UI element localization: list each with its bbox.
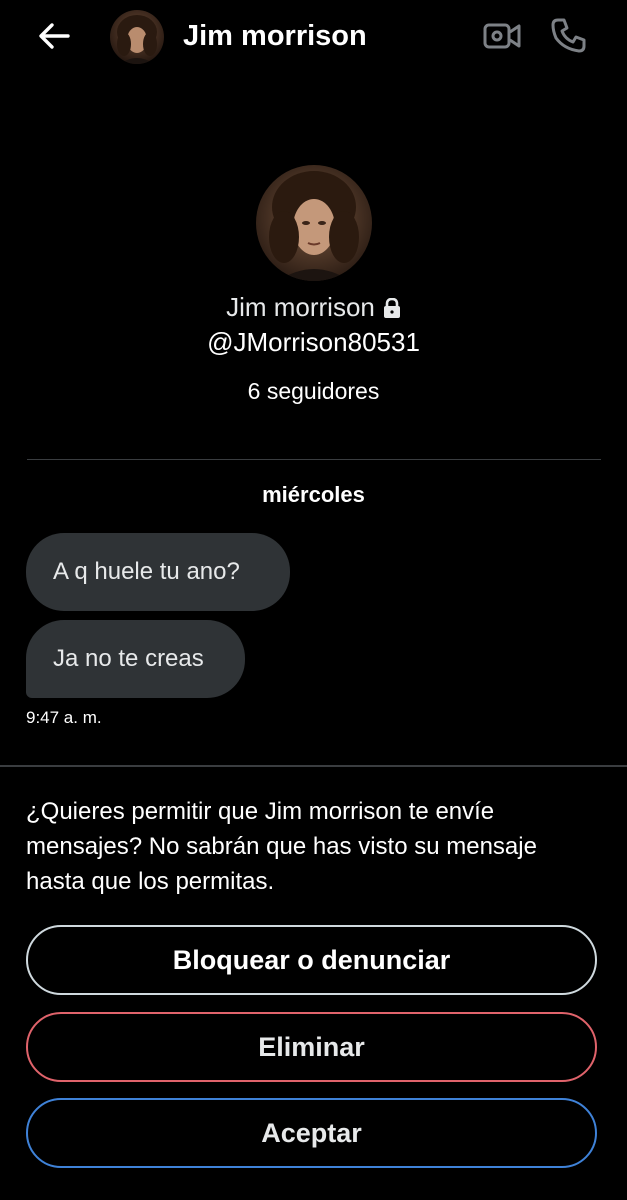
video-call-button[interactable] [482, 18, 522, 54]
arrow-left-icon [39, 23, 70, 49]
header-avatar[interactable] [110, 10, 164, 64]
message-timestamp: 9:47 a. m. [26, 708, 102, 727]
message-bubble[interactable]: A q huele tu ano? [26, 533, 290, 611]
message-bubble[interactable]: Ja no te creas [26, 620, 245, 698]
conversation-title[interactable]: Jim morrison [183, 18, 367, 54]
profile-avatar[interactable] [256, 165, 372, 281]
divider [27, 459, 601, 460]
followers-count[interactable]: 6 seguidores [0, 376, 627, 406]
video-camera-icon [483, 23, 521, 49]
delete-button[interactable]: Eliminar [26, 1012, 597, 1082]
block-or-report-button[interactable]: Bloquear o denunciar [26, 925, 597, 995]
profile-name-text: Jim morrison [226, 292, 375, 322]
phone-icon [551, 18, 586, 53]
voice-call-button[interactable] [550, 16, 588, 54]
profile-handle: @JMorrison80531 [207, 327, 420, 357]
accept-button[interactable]: Aceptar [26, 1098, 597, 1168]
lock-icon [383, 292, 401, 326]
day-label: miércoles [262, 482, 365, 507]
back-button[interactable] [34, 18, 74, 54]
message-request-prompt: ¿Quieres permitir que Jim morrison te en… [26, 798, 537, 895]
profile-name: Jim morrison [0, 290, 627, 326]
separator [0, 765, 627, 767]
top-bar: Jim morrison [0, 0, 627, 76]
